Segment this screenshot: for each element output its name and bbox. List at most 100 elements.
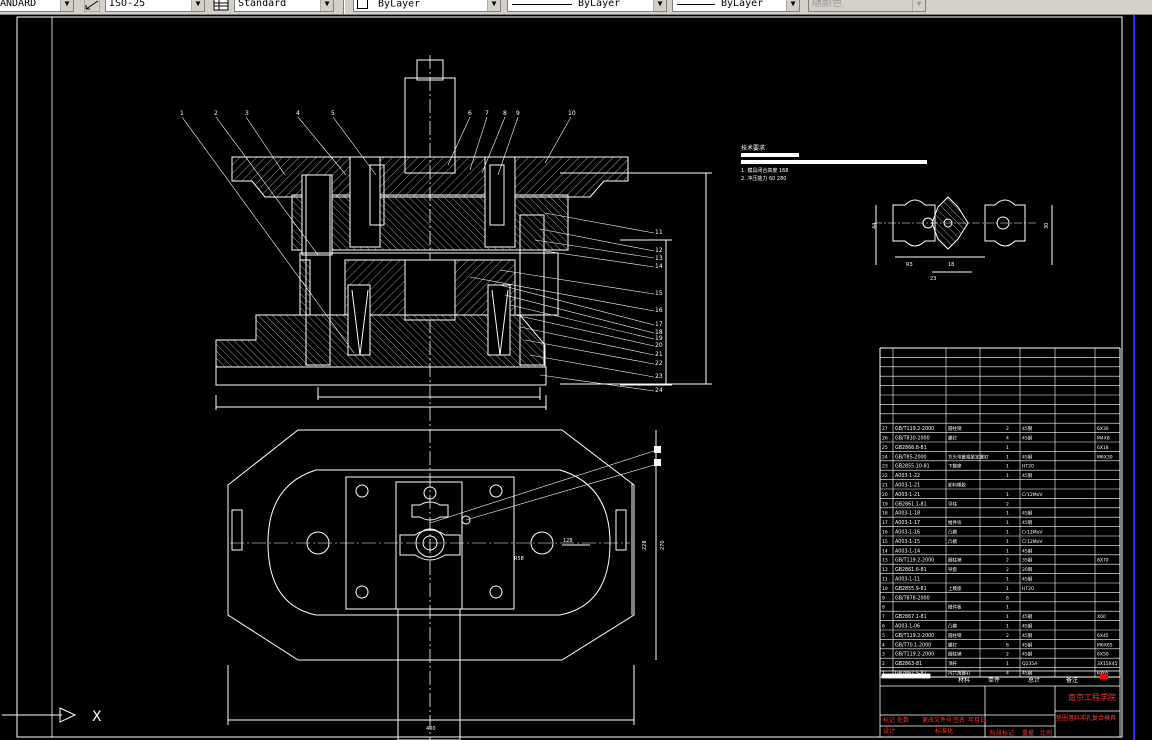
bom-cell-code: GB/T119.2-2000 — [895, 633, 934, 639]
plot-style-combo[interactable]: 随颜色 ▼ — [808, 0, 926, 12]
bom-cell-name: 螺钉 — [948, 641, 957, 648]
bom-cell-mat: 35钢 — [1022, 557, 1033, 564]
svg-text:19: 19 — [655, 335, 663, 342]
bom-cell-no: 18 — [882, 511, 888, 517]
linetype-combo[interactable]: ByLayer ▼ — [507, 0, 667, 12]
bom-cell-no: 21 — [882, 483, 888, 489]
tech-req-line-1: 1. 模具闭合高度 168 — [741, 167, 789, 174]
bom-cell-name: 螺钉 — [948, 435, 957, 442]
tech-req-line-2: 2. 冲压能力 60 280 — [741, 175, 786, 182]
bom-cell-name: 圆柱销 — [948, 632, 962, 639]
bom-cell-mat: 45钢 — [1022, 670, 1033, 677]
cad-drawing[interactable]: 1 2 3 4 5 6 7 8 9 10 11 12 13 14 15 16 1… — [0, 15, 1152, 740]
svg-text:R3: R3 — [906, 262, 913, 268]
bom-cell-mat: Cr12MoV — [1022, 530, 1043, 536]
svg-text:30: 30 — [1044, 223, 1050, 229]
svg-text:更改文件号: 更改文件号 — [922, 716, 952, 724]
bom-cell-code: GB/T70.1-2000 — [895, 642, 931, 648]
lineweight-value: ByLayer — [721, 0, 764, 9]
bom-cell-code: GB2855.9-81 — [895, 586, 927, 592]
bom-cell-qty: 1 — [1006, 577, 1009, 583]
svg-text:标记: 标记 — [883, 716, 895, 724]
svg-text:年月日: 年月日 — [968, 716, 986, 724]
svg-text:13: 13 — [655, 255, 663, 262]
bom-cell-qty: 1 — [1006, 445, 1009, 451]
bom-cell-note: M4X8 — [1097, 436, 1110, 442]
bom-cell-mat: HT20 — [1022, 464, 1034, 470]
school-name: 南京工程学院 — [1068, 692, 1116, 702]
bom-cell-code: GB2861.6-81 — [895, 567, 927, 573]
chevron-down-icon[interactable]: ▼ — [912, 0, 925, 11]
bom-cell-note: 6X30 — [1097, 426, 1109, 432]
bom-cell-name: 卸料橡胶 — [948, 482, 966, 489]
linetype-value: ByLayer — [578, 0, 621, 9]
bom-cell-no: 8 — [882, 605, 885, 611]
tech-req-title: 技术要求 — [741, 144, 765, 152]
bom-cell-no: 23 — [882, 464, 888, 470]
svg-text:比例: 比例 — [1040, 729, 1052, 737]
lineweight-sample — [677, 4, 715, 5]
chevron-down-icon[interactable]: ▼ — [786, 0, 799, 11]
bom-cell-mat: Q235A — [1022, 661, 1038, 667]
part-detail-view — [874, 196, 1053, 273]
table-style-combo[interactable]: Standard ▼ — [234, 0, 334, 12]
dim-style-combo[interactable]: ISO-25 ▼ — [105, 0, 205, 12]
bom-cell-no: 15 — [882, 539, 888, 545]
text-style-combo[interactable]: ANDARD ▼ — [0, 0, 74, 12]
bom-cell-name: 内六角螺钉 — [948, 670, 971, 677]
bom-cell-no: 9 — [882, 595, 885, 601]
bom-cell-mat: 45钢 — [1022, 641, 1033, 648]
bom-cell-qty: 2 — [1006, 652, 1009, 658]
bom-cell-no: 4 — [882, 642, 885, 648]
plan-label-a — [654, 446, 661, 453]
ucs-x-label: X — [92, 709, 102, 725]
bom-cell-qty: 1 — [1006, 454, 1009, 460]
lineweight-combo[interactable]: ByLayer ▼ — [672, 0, 800, 12]
bom-cell-name: 推件板 — [948, 604, 962, 611]
part-labels-right: 11 12 13 14 15 16 17 18 19 20 21 22 23 2… — [655, 229, 663, 394]
bom-cell-qty: 2 — [1006, 426, 1009, 432]
bom-cell-code: A003-1-21 — [895, 492, 920, 498]
bom-cell-note: 6X18 — [1097, 445, 1109, 451]
bom-cell-code: GB2861.1-81 — [895, 501, 927, 507]
svg-text:设计: 设计 — [883, 727, 895, 735]
color-combo[interactable]: ByLayer ▼ — [353, 0, 501, 12]
bom-cell-no: 6 — [882, 624, 885, 630]
chevron-down-icon[interactable]: ▼ — [60, 0, 73, 11]
bom-cell-no: 27 — [882, 426, 888, 432]
bom-cell-no: 2 — [882, 661, 885, 667]
bom-cell-no: 20 — [882, 492, 888, 498]
bom-cell-qty: 1 — [1006, 614, 1009, 620]
dimstyle-icon[interactable] — [84, 0, 100, 12]
bom-cell-name: 凸模 — [948, 538, 957, 545]
bom-cell-code: GB/T878-2000 — [895, 595, 930, 601]
chevron-down-icon[interactable]: ▼ — [487, 0, 500, 11]
bom-cell-qty: 6 — [1006, 595, 1009, 601]
tablestyle-icon[interactable] — [213, 0, 229, 12]
svg-text:14: 14 — [655, 263, 663, 270]
bom-cell-qty: 1 — [1006, 511, 1009, 517]
chevron-down-icon[interactable]: ▼ — [191, 0, 204, 11]
svg-text:单件: 单件 — [988, 676, 1000, 684]
bom-cell-qty: 1 — [1006, 530, 1009, 536]
bom-cell-mat: 45钢 — [1022, 435, 1033, 442]
svg-text:8: 8 — [503, 110, 507, 117]
bom-cell-code: GB2867.1-81 — [895, 614, 927, 620]
svg-text:11: 11 — [655, 229, 663, 236]
dim-overall-width: 400 — [426, 726, 436, 732]
chevron-down-icon[interactable]: ▼ — [653, 0, 666, 11]
bom-cell-note: M6X65 — [1097, 642, 1113, 648]
chevron-down-icon[interactable]: ▼ — [320, 0, 333, 11]
svg-text:17: 17 — [655, 321, 663, 328]
svg-text:处数: 处数 — [897, 716, 909, 724]
bom-cell-no: 12 — [882, 567, 888, 573]
drawing-canvas[interactable]: 1 2 3 4 5 6 7 8 9 10 11 12 13 14 15 16 1… — [0, 15, 1152, 740]
bom-cell-qty: 2 — [1006, 501, 1009, 507]
svg-text:23: 23 — [655, 373, 663, 380]
bom-cell-no: 11 — [882, 577, 888, 583]
bom-cell-qty: 2 — [1006, 567, 1009, 573]
svg-text:18: 18 — [948, 262, 954, 268]
bom-cell-code: GB/T119.2-2000 — [895, 652, 934, 658]
bom-cell-mat: Cr12MoV — [1022, 492, 1043, 498]
bom-cell-mat: 45钢 — [1022, 576, 1033, 583]
